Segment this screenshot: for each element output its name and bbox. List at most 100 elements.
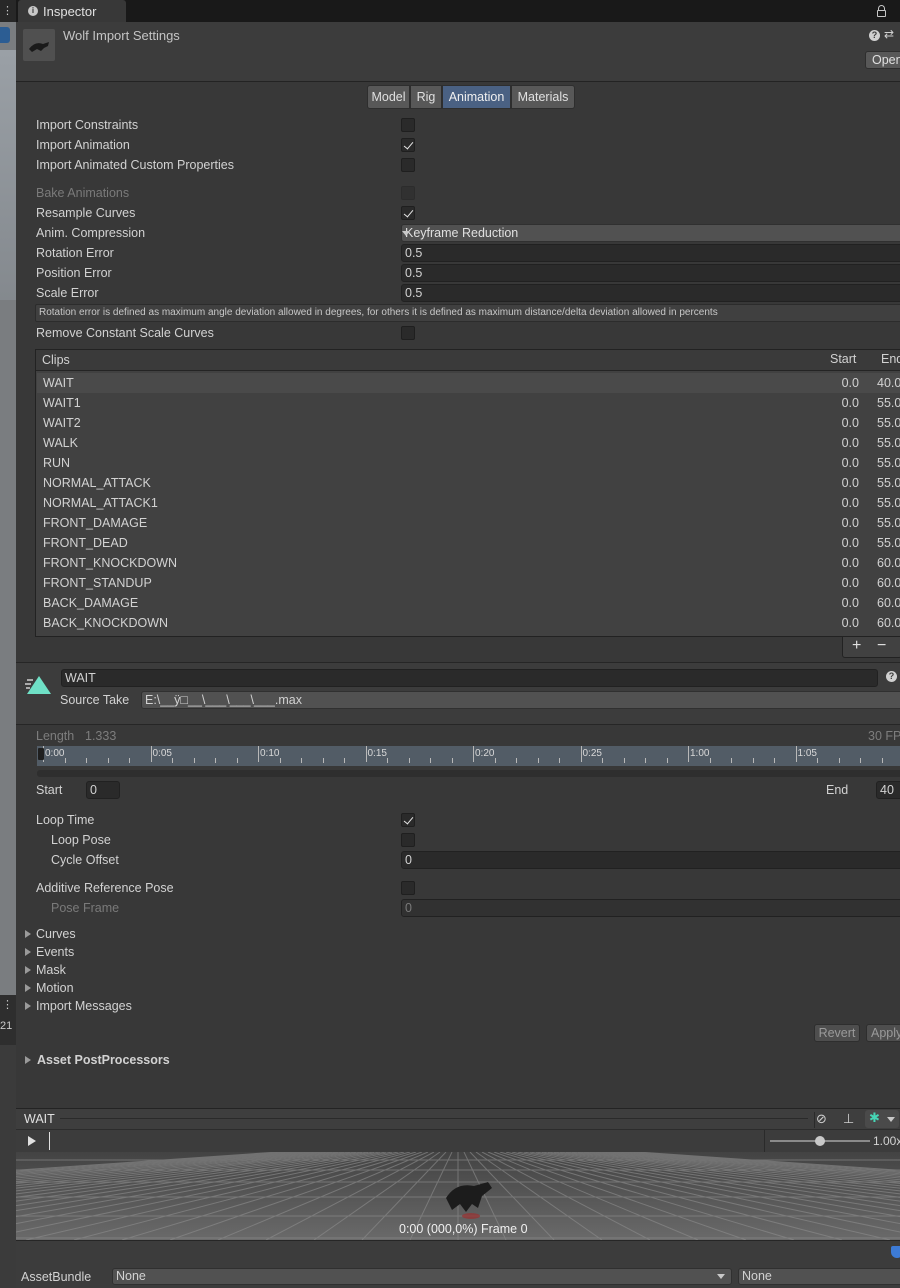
pose-frame-field: 0	[401, 899, 900, 917]
lock-icon[interactable]	[877, 10, 886, 17]
foldout-motion[interactable]: Motion	[24, 979, 74, 997]
timeline-major-tick	[688, 746, 689, 762]
clip-start: 0.0	[841, 396, 859, 410]
preset-icon[interactable]: ⇄	[884, 27, 894, 41]
resample-curves-checkbox[interactable]	[401, 206, 415, 220]
foldout-import-messages-label: Import Messages	[36, 999, 132, 1013]
foldout-curves[interactable]: Curves	[24, 925, 76, 943]
clip-row[interactable]: FRONT_DAMAGE 0.0 55.0	[37, 513, 900, 533]
clip-row[interactable]: NORMAL_ATTACK1 0.0 55.0	[37, 493, 900, 513]
timeline-tick-label: 1:00	[690, 748, 710, 759]
clip-row[interactable]: FRONT_STANDUP 0.0 60.0	[37, 573, 900, 593]
clip-start: 0.0	[841, 596, 859, 610]
strip-menu-icon[interactable]: ⋮	[2, 4, 13, 17]
import-custom-props-label: Import Animated Custom Properties	[36, 158, 234, 172]
clip-start: 0.0	[841, 616, 859, 630]
play-icon[interactable]	[28, 1136, 36, 1146]
playhead[interactable]	[49, 1132, 50, 1150]
clip-row[interactable]: FRONT_DEAD 0.0 55.0	[37, 533, 900, 553]
open-button[interactable]: Open	[865, 51, 900, 69]
timeline-minor-tick	[623, 758, 625, 763]
start-field[interactable]: 0	[86, 781, 120, 799]
import-constraints-checkbox[interactable]	[401, 118, 415, 132]
foldout-events[interactable]: Events	[24, 943, 74, 961]
clip-end: 60.0	[877, 596, 900, 610]
clip-end: 55.0	[877, 496, 900, 510]
clip-row[interactable]: NORMAL_ATTACK 0.0 55.0	[37, 473, 900, 493]
assetbundle-value: None	[116, 1269, 146, 1283]
timeline-range-bar[interactable]	[37, 770, 900, 777]
avatar-preview-dropdown[interactable]: ✱	[865, 1110, 899, 1128]
tab-model[interactable]: Model	[367, 85, 410, 109]
source-take-dropdown[interactable]: E:\__ÿ□__\___\___\___.max	[141, 691, 900, 709]
tab-rig[interactable]: Rig	[410, 85, 442, 109]
timeline-minor-tick	[129, 758, 130, 763]
timeline-major-tick	[795, 746, 797, 762]
import-custom-props-checkbox[interactable]	[401, 158, 415, 172]
end-field[interactable]: 40	[876, 781, 900, 799]
loop-time-checkbox[interactable]	[401, 813, 415, 827]
foldout-asset-postprocessors[interactable]: Asset PostProcessors	[24, 1051, 170, 1069]
info-icon: i	[28, 6, 38, 16]
speed-slider-track[interactable]	[770, 1136, 870, 1146]
preview-viewport[interactable]: 0:00 (000,0%) Frame 0	[16, 1152, 900, 1240]
rotation-error-field[interactable]: 0.5	[401, 244, 900, 262]
clip-row[interactable]: BACK_KNOCKDOWN 0.0 60.0	[37, 613, 900, 633]
clip-name-field[interactable]: WAIT	[61, 669, 878, 687]
ik-toggle-icon[interactable]: ⊘	[816, 1111, 827, 1127]
strip-menu-icon-2[interactable]: ⋮	[2, 998, 13, 1011]
additive-ref-pose-checkbox[interactable]	[401, 881, 415, 895]
anim-compression-dropdown[interactable]: Keyframe Reduction	[401, 224, 900, 242]
timeline[interactable]: 0:00 0:05 0:10 0:15 0:20 0:25 1:00 1:05	[37, 746, 900, 766]
remove-clip-button[interactable]: −	[877, 637, 886, 655]
clip-row[interactable]: WAIT2 0.0 55.0	[37, 413, 900, 433]
scale-error-field[interactable]: 0.5	[401, 284, 900, 302]
add-clip-button[interactable]: +	[852, 637, 861, 655]
clip-row[interactable]: WALK 0.0 55.0	[37, 433, 900, 453]
position-error-field[interactable]: 0.5	[401, 264, 900, 282]
clip-start: 0.0	[841, 476, 859, 490]
clip-row[interactable]: BACK_DAMAGE 0.0 60.0	[37, 593, 900, 613]
tab-animation[interactable]: Animation	[442, 85, 511, 109]
foldout-mask[interactable]: Mask	[24, 961, 66, 979]
cycle-offset-field[interactable]: 0	[401, 851, 900, 869]
import-animation-checkbox[interactable]	[401, 138, 415, 152]
chevron-down-icon	[887, 1117, 895, 1122]
apply-button[interactable]: Apply	[866, 1024, 900, 1042]
cycle-offset-label: Cycle Offset	[51, 853, 119, 867]
timeline-minor-tick	[559, 758, 560, 763]
clip-name: NORMAL_ATTACK	[43, 476, 151, 490]
timeline-tick-label: 0:20	[475, 748, 495, 759]
revert-button[interactable]: Revert	[814, 1024, 860, 1042]
help-icon[interactable]: ?	[869, 30, 880, 41]
timeline-tick-label: 0:10	[260, 748, 280, 759]
clips-header-title: Clips	[42, 353, 70, 367]
clip-end: 60.0	[877, 616, 900, 630]
clips-header-end: End	[881, 352, 900, 366]
timeline-minor-tick	[430, 758, 431, 763]
assetbundle-dropdown[interactable]: None	[112, 1268, 732, 1285]
assetbundle-variant-dropdown[interactable]: None	[738, 1268, 900, 1285]
pivot-icon[interactable]: ⊥	[843, 1111, 854, 1127]
foldout-import-messages[interactable]: Import Messages	[24, 997, 132, 1015]
clip-start: 0.0	[841, 376, 859, 390]
clip-row[interactable]: RUN 0.0 55.0	[37, 453, 900, 473]
clip-row[interactable]: WAIT1 0.0 55.0	[37, 393, 900, 413]
timeline-tick-label: 0:15	[367, 748, 387, 759]
timeline-minor-tick	[860, 758, 861, 763]
clip-row[interactable]: WAIT 0.0 40.0	[37, 373, 900, 393]
clip-end: 60.0	[877, 556, 900, 570]
remove-scale-curves-checkbox[interactable]	[401, 326, 415, 340]
clip-end: 55.0	[877, 476, 900, 490]
speed-slider-thumb[interactable]	[815, 1136, 825, 1146]
clip-end: 55.0	[877, 436, 900, 450]
clip-end: 60.0	[877, 576, 900, 590]
strip-dropdown-icon[interactable]	[0, 27, 10, 43]
clip-help-icon[interactable]: ?	[886, 671, 897, 682]
clip-row[interactable]: FRONT_KNOCKDOWN 0.0 60.0	[37, 553, 900, 573]
loop-time-label: Loop Time	[36, 813, 95, 827]
tab-materials[interactable]: Materials	[511, 85, 575, 109]
inspector-tab[interactable]: i Inspector	[18, 0, 126, 22]
timeline-start-marker[interactable]	[38, 748, 44, 760]
loop-pose-checkbox[interactable]	[401, 833, 415, 847]
